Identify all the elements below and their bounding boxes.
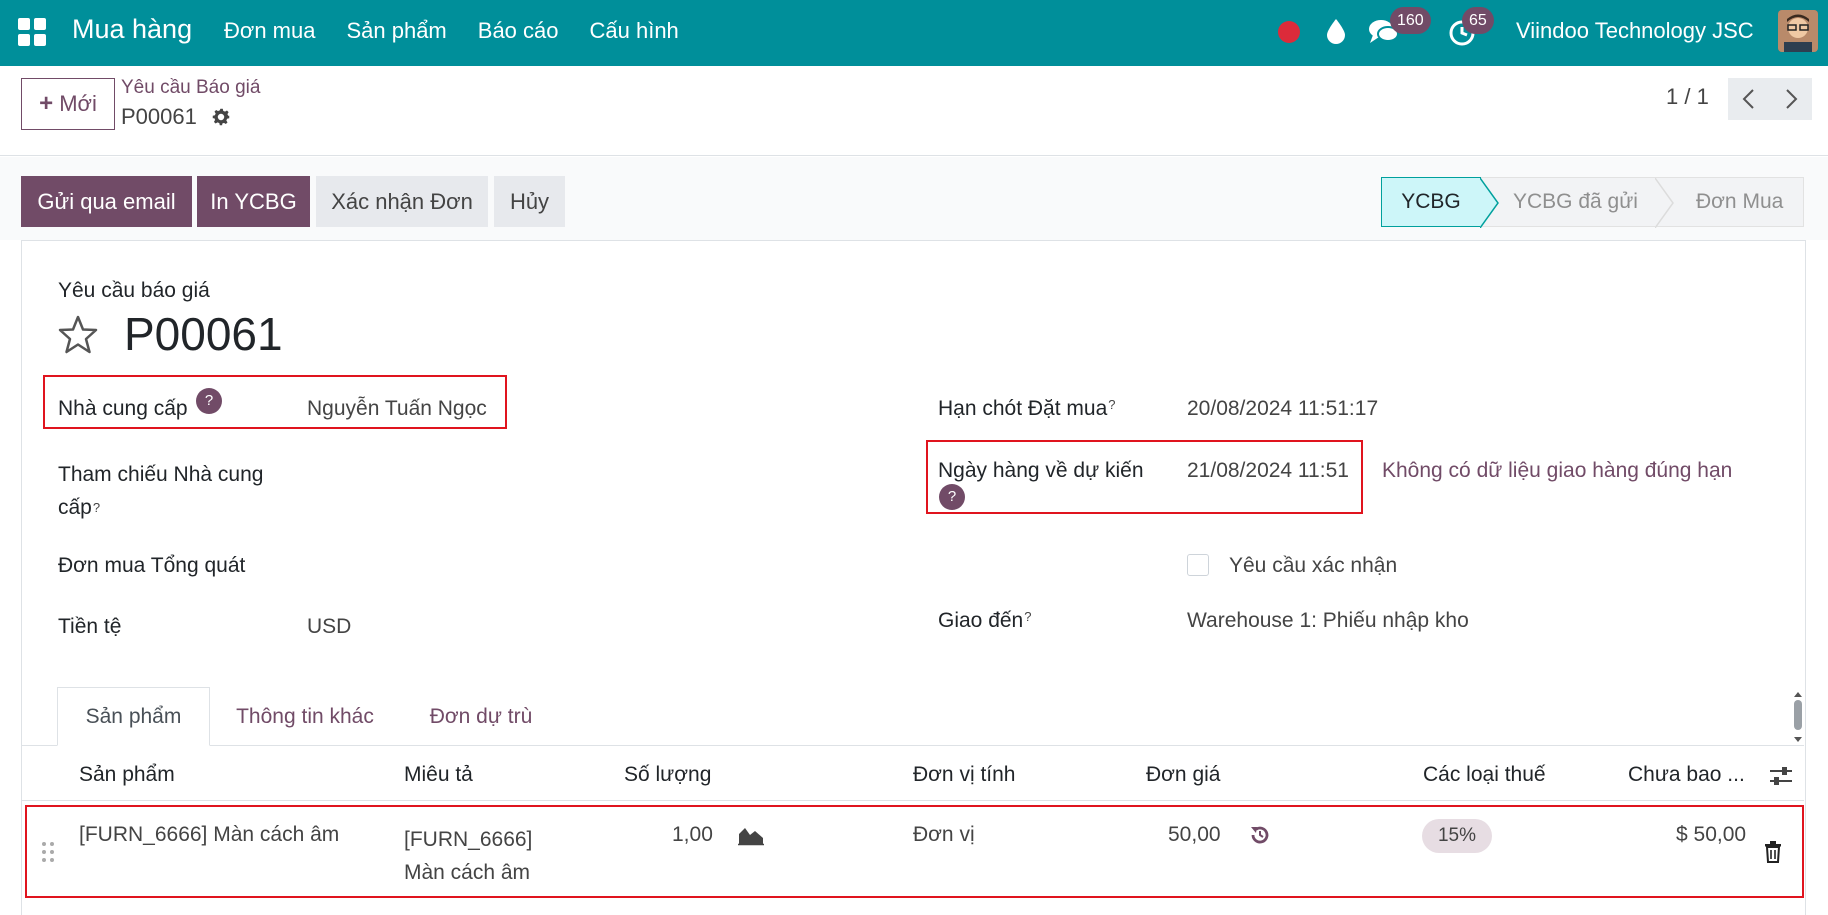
col-header-unit-price[interactable]: Đơn giá (1146, 763, 1220, 787)
drag-handle-icon[interactable] (40, 840, 56, 864)
company-switcher[interactable]: Viindoo Technology JSC (1516, 18, 1754, 44)
vendor-reference-help-icon[interactable]: ? (93, 491, 100, 524)
cancel-button[interactable]: Hủy (494, 176, 565, 227)
app-brand[interactable]: Mua hàng (72, 14, 192, 45)
line-description-line1: [FURN_6666] (404, 828, 533, 851)
vendor-reference-field[interactable] (307, 460, 867, 490)
line-subtotal: $ 50,00 (1676, 823, 1747, 846)
stage-rfq-sent-label: YCBG đã gửi (1513, 190, 1638, 213)
menu-item-purchase-orders[interactable]: Đơn mua (224, 18, 315, 44)
menu-item-products[interactable]: Sản phẩm (346, 18, 446, 44)
stage-rfq-sent[interactable]: YCBG đã gửi (1480, 177, 1656, 228)
chat-count-badge: 160 (1390, 7, 1431, 34)
expected-arrival-field[interactable]: 21/08/2024 11:51 (1187, 459, 1349, 483)
breadcrumb-current-record: P00061 (121, 104, 197, 129)
col-header-taxes[interactable]: Các loại thuế (1423, 763, 1546, 787)
vendor-reference-label: Tham chiếu Nhà cung cấp? (58, 458, 263, 524)
stage-arrow-icon (1480, 178, 1499, 228)
pager-next-button[interactable] (1770, 78, 1812, 120)
tab-other-info[interactable]: Thông tin khác (225, 687, 385, 746)
control-panel: + Mới Yêu cầu Báo giá P00061 1 / 1 (0, 66, 1828, 156)
reset-price-icon[interactable] (1248, 823, 1272, 847)
menu-item-configuration[interactable]: Cấu hình (590, 18, 679, 44)
on-time-delivery-warning[interactable]: Không có dữ liệu giao hàng đúng hạn (1382, 459, 1732, 483)
confirm-order-button[interactable]: Xác nhận Đơn (316, 176, 488, 227)
vendor-label: Nhà cung cấp (58, 397, 188, 421)
tab-products[interactable]: Sản phẩm (57, 687, 210, 746)
scrollbar-thumb[interactable] (1794, 700, 1802, 730)
star-icon[interactable] (56, 313, 100, 357)
col-header-uom[interactable]: Đơn vị tính (913, 763, 1015, 787)
order-deadline-field[interactable]: 20/08/2024 11:51:17 (1187, 397, 1378, 421)
deliver-to-label: Giao đến? (938, 609, 1031, 633)
line-description-line2: Màn cách âm (404, 861, 531, 884)
table-header-divider (22, 800, 1804, 801)
breadcrumb-rfq[interactable]: Yêu cầu Báo giá (121, 77, 260, 99)
stage-purchase-order-label: Đơn Mua (1696, 190, 1784, 213)
menu-item-reporting[interactable]: Báo cáo (478, 18, 559, 44)
line-uom[interactable]: Đơn vị (913, 823, 975, 847)
tax-badge[interactable]: 15% (1422, 819, 1492, 853)
chevron-right-icon (1786, 89, 1798, 109)
pager-previous-button[interactable] (1728, 78, 1770, 120)
col-header-quantity[interactable]: Số lượng (624, 763, 711, 787)
activity-count-badge: 65 (1462, 7, 1494, 34)
line-product[interactable]: [FURN_6666] Màn cách âm (79, 823, 339, 847)
deliver-to-field[interactable]: Warehouse 1: Phiếu nhập kho (1187, 609, 1469, 633)
col-header-description[interactable]: Miêu tả (404, 763, 473, 787)
trash-icon[interactable] (1763, 840, 1783, 864)
gear-icon[interactable] (210, 106, 232, 128)
top-navbar: Mua hàng Đơn mua Sản phẩm Báo cáo Cấu hì… (0, 0, 1828, 66)
vendor-help-icon[interactable]: ? (196, 388, 222, 414)
forecast-graph-icon[interactable] (737, 824, 765, 846)
chevron-left-icon (1742, 89, 1754, 109)
plus-icon: + (39, 90, 54, 117)
optional-columns-icon[interactable] (1768, 765, 1794, 787)
currency-field[interactable]: USD (307, 615, 351, 639)
expected-arrival-label: Ngày hàng về dự kiến (938, 459, 1144, 482)
apps-menu-icon[interactable] (18, 18, 46, 46)
order-deadline-label: Hạn chót Đặt mua? (938, 397, 1116, 421)
vertical-scrollbar[interactable] (1792, 690, 1804, 744)
document-type-label: Yêu cầu báo giá (58, 279, 210, 302)
blanket-order-field[interactable] (307, 552, 867, 582)
stage-rfq[interactable]: YCBG (1381, 177, 1481, 227)
main-menu: Đơn mua Sản phẩm Báo cáo Cấu hình (224, 18, 679, 44)
ask-confirmation-label[interactable]: Yêu cầu xác nhận (1229, 554, 1397, 578)
new-button[interactable]: + Mới (21, 78, 115, 130)
col-header-subtotal[interactable]: Chưa bao ... (1628, 763, 1745, 787)
vendor-reference-label-line1: Tham chiếu Nhà cung (58, 463, 264, 486)
new-button-label: Mới (59, 91, 97, 116)
order-line-highlight-box (25, 805, 1804, 898)
line-unit-price[interactable]: 50,00 (1168, 823, 1221, 847)
stage-pipeline: YCBG YCBG đã gửi Đơn Mua (1381, 177, 1804, 228)
avatar[interactable] (1778, 10, 1818, 52)
order-deadline-help-icon[interactable]: ? (1108, 397, 1115, 412)
order-deadline-label-text: Hạn chót Đặt mua (938, 397, 1108, 420)
stage-purchase-order[interactable]: Đơn Mua (1655, 177, 1804, 228)
expected-arrival-help-icon[interactable]: ? (939, 484, 965, 510)
drop-icon[interactable] (1322, 16, 1350, 46)
col-header-product[interactable]: Sản phẩm (79, 763, 175, 787)
currency-label: Tiền tệ (58, 615, 122, 638)
tab-requisition[interactable]: Đơn dự trù (418, 687, 544, 746)
blanket-order-label: Đơn mua Tổng quát (58, 554, 246, 577)
deliver-to-label-text: Giao đến (938, 609, 1024, 632)
vendor-reference-label-line2: cấp (58, 496, 92, 519)
print-rfq-button[interactable]: In YCBG (197, 176, 310, 227)
vendor-label-text: Nhà cung cấp (58, 397, 188, 420)
send-email-button[interactable]: Gửi qua email (21, 176, 192, 227)
vendor-field[interactable]: Nguyễn Tuấn Ngọc (307, 397, 487, 421)
pager-value[interactable]: 1 / 1 (1666, 84, 1709, 110)
line-description[interactable]: [FURN_6666] Màn cách âm (404, 823, 532, 889)
stage-arrow-icon (1655, 178, 1674, 228)
form-statusbar: Gửi qua email In YCBG Xác nhận Đơn Hủy Y… (0, 157, 1828, 240)
deliver-to-help-icon[interactable]: ? (1024, 609, 1031, 624)
record-icon[interactable] (1278, 21, 1300, 43)
ask-confirmation-checkbox[interactable] (1187, 554, 1209, 576)
document-title: P00061 (124, 308, 283, 360)
line-quantity[interactable]: 1,00 (672, 823, 713, 847)
